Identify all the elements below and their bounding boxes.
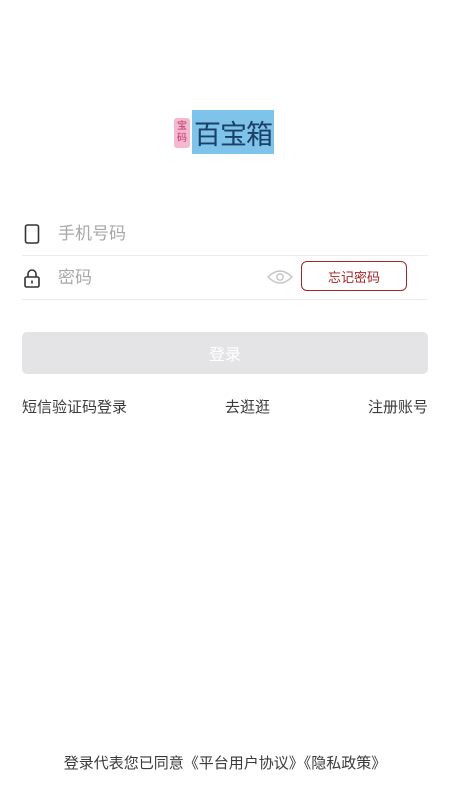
sms-login-link[interactable]: 短信验证码登录 [22,396,127,418]
logo-badge-bottom: 码 [177,133,187,144]
password-input[interactable] [58,262,238,293]
browse-link[interactable]: 去逛逛 [225,396,270,418]
login-button[interactable]: 登录 [22,332,428,374]
phone-field [22,212,428,256]
agreement-prefix: 登录代表您已同意 [63,754,184,772]
eye-icon[interactable] [267,266,293,288]
terms-link[interactable]: 《平台用户协议》 [184,754,304,772]
forgot-password-button[interactable]: 忘记密码 [301,261,407,291]
lock-icon [22,268,42,288]
phone-icon [22,223,42,244]
app-logo: 宝 码 百宝箱 [174,110,274,154]
password-field: 忘记密码 [22,256,428,300]
register-link[interactable]: 注册账号 [368,396,428,418]
privacy-link[interactable]: 《隐私政策》 [304,754,387,772]
agreement-text: 登录代表您已同意《平台用户协议》《隐私政策》 [0,752,450,774]
logo-badge: 宝 码 [174,118,190,148]
logo-title: 百宝箱 [192,110,274,154]
phone-input[interactable] [58,218,418,249]
logo-badge-top: 宝 [177,121,187,132]
